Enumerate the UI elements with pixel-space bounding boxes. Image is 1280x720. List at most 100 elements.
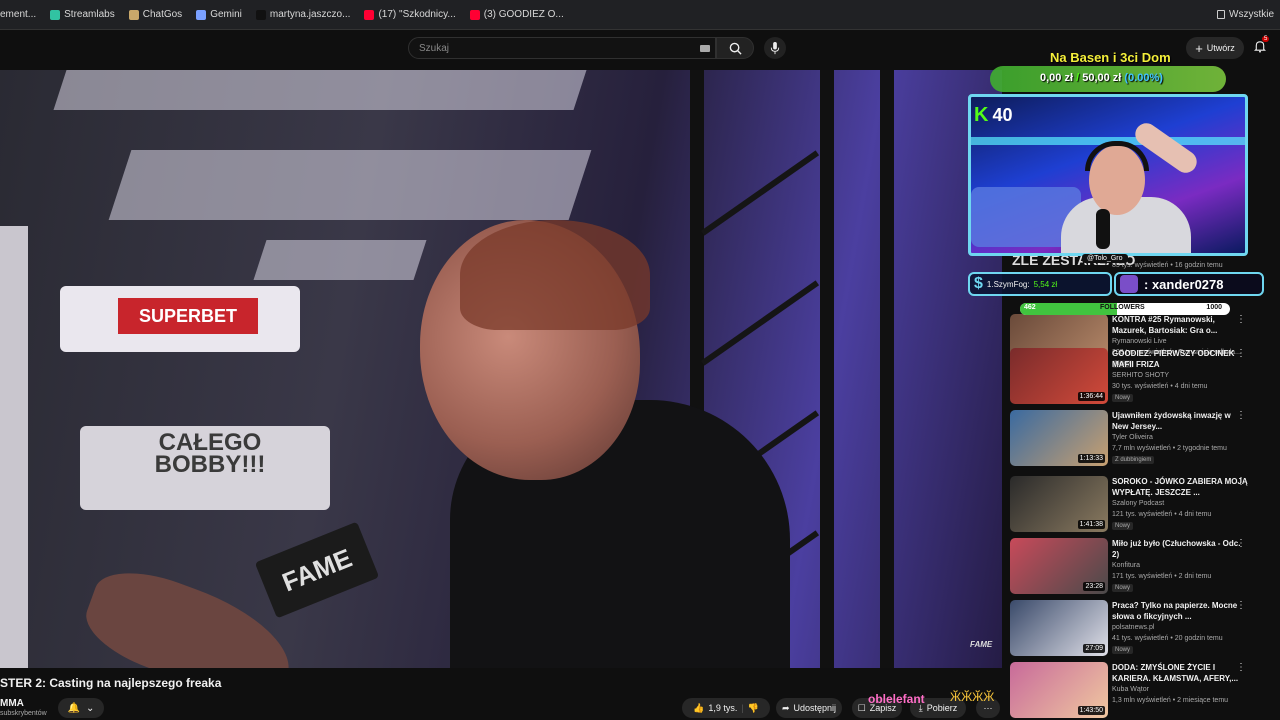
followers-label: FOLLOWERS	[1100, 304, 1145, 311]
like-count[interactable]: 1,9 tys.	[708, 703, 737, 713]
channel-name[interactable]: MMA	[0, 698, 24, 709]
search-icon	[729, 42, 742, 55]
bookmark-item[interactable]: Streamlabs	[50, 9, 115, 20]
video-thumbnail[interactable]: 1:13:33	[1010, 410, 1108, 466]
recommendation-channel[interactable]: Konfitura	[1112, 562, 1140, 569]
recommendation-meta: 30 tys. wyświetleń • 4 dni temu	[1112, 383, 1208, 390]
video-title: STER 2: Casting na najlepszego freaka	[0, 676, 222, 690]
recommendation-badge: Nowy	[1112, 522, 1134, 530]
notifications-button[interactable]: 5	[1254, 36, 1270, 58]
bookmark-item[interactable]: (3) GOODIEZ O...	[469, 9, 564, 20]
bookmark-label: ChatGos	[142, 9, 183, 20]
more-options-icon[interactable]: ⋮	[1236, 600, 1246, 611]
recommendation-item[interactable]: 23:28 Miło już było (Człuchowska - Odc. 2…	[1010, 538, 1272, 596]
donor-name: 1.SzymFog:	[986, 279, 1030, 289]
kick-logo-icon: K	[974, 104, 989, 126]
recommendation-item[interactable]: 1:43:50 DODA: ZMYŚLONE ŻYCIE I KARIERA. K…	[1010, 662, 1272, 720]
truss-beam	[880, 70, 894, 668]
more-options-icon[interactable]: ⋮	[1236, 662, 1246, 673]
donor-amount: 5,54 zł	[1033, 279, 1058, 289]
more-options-icon[interactable]: ⋮	[1236, 348, 1246, 359]
streamer-microphone	[1096, 209, 1110, 249]
superbet-sign: SUPERBET	[118, 298, 258, 334]
recommendation-item[interactable]: 1:36:44 GOODIEZ: PIERWSZY ODCINEK MAFII F…	[1010, 348, 1272, 406]
recommendation-channel[interactable]: Rymanowski Live	[1112, 338, 1166, 345]
recommendation-title[interactable]: DODA: ZMYŚLONE ŻYCIE I KARIERA. KŁAMSTWA…	[1112, 662, 1248, 684]
thumbs-down-icon[interactable]: 👎	[748, 703, 759, 714]
dollar-icon: $	[974, 275, 983, 292]
recommendation-item[interactable]: 1:13:33 Ujawniłem żydowską inwazję w New …	[1010, 410, 1272, 468]
more-options-icon[interactable]: ⋮	[1236, 314, 1246, 325]
top-donor-box: $ 1.SzymFog: 5,54 zł	[968, 272, 1112, 296]
chevron-down-icon: ⌄	[86, 702, 95, 714]
create-button[interactable]: + Utwórz	[1186, 37, 1244, 59]
share-label: Udostępnij	[793, 703, 837, 713]
folder-icon	[1217, 10, 1225, 19]
recommendation-title[interactable]: Praca? Tylko na papierze. Mocne słowa o …	[1112, 600, 1248, 622]
video-thumbnail[interactable]: 1:43:50	[1010, 662, 1108, 718]
headphones	[1085, 141, 1149, 171]
recommendation-channel[interactable]: Szalony Podcast	[1112, 500, 1164, 507]
video-thumbnail[interactable]: 1:41:38	[1010, 476, 1108, 532]
bookmark-item[interactable]: ChatGos	[128, 9, 183, 20]
followers-goal-bar: 462 FOLLOWERS 1000	[1020, 303, 1230, 315]
more-options-icon[interactable]: ⋮	[1236, 476, 1246, 487]
streamer-handle: @Tolo_Gro	[1082, 254, 1128, 263]
more-options-icon[interactable]: ⋮	[1236, 538, 1246, 549]
bookmark-item[interactable]: (17) "Szkodnicy...	[364, 9, 456, 20]
donation-goal-text: 0,00 zł / 50,00 zł (0.00%)	[1040, 72, 1163, 84]
bookmark-item[interactable]: martyna.jaszczo...	[255, 9, 350, 20]
bookmark-favicon-icon	[255, 9, 266, 20]
bookmark-favicon-icon	[469, 9, 480, 20]
recommendation-channel[interactable]: polsatnews.pl	[1112, 624, 1154, 631]
create-label: Utwórz	[1206, 43, 1235, 53]
bookmark-favicon-icon	[364, 9, 375, 20]
video-thumbnail[interactable]: 23:28	[1010, 538, 1108, 594]
channel-row: MMA subskrybentów 🔔 ⌄ 👍 1,9 tys. | 👎 ➦ U…	[0, 698, 1002, 720]
search-button[interactable]	[716, 37, 754, 59]
recommendation-channel[interactable]: Tyler Oliveira	[1112, 434, 1153, 441]
recommendation-badge: Nowy	[1112, 646, 1134, 654]
recommendation-badge: Nowy	[1112, 584, 1134, 592]
follower-avatar	[1120, 275, 1138, 293]
viewer-count-value: 40	[992, 105, 1013, 125]
bookmark-label: ement...	[0, 9, 37, 20]
bookmark-item[interactable]: Gemini	[196, 9, 242, 20]
recommendation-badge: Z dubbingiem	[1112, 456, 1155, 464]
thumbs-up-icon[interactable]: 👍	[693, 703, 704, 714]
all-bookmarks-button[interactable]: Wszystkie	[1217, 9, 1274, 20]
recommendation-meta: 41 tys. wyświetleń • 20 godzin temu	[1112, 635, 1223, 642]
bookmarks-bar: ement... Streamlabs ChatGos Gemini martyna.j…	[0, 0, 1280, 30]
recommendation-title[interactable]: KONTRA #25 Rymanowski, Mazurek, Bartosia…	[1112, 314, 1248, 336]
video-thumbnail[interactable]: 1:36:44	[1010, 348, 1108, 404]
recommendation-title[interactable]: Ujawniłem żydowską inwazję w New Jersey.…	[1112, 410, 1248, 432]
share-button[interactable]: ➦ Udostępnij	[776, 698, 842, 718]
keyboard-icon[interactable]	[700, 45, 710, 52]
recommendation-channel[interactable]: SERHITO SHOTY	[1112, 372, 1169, 379]
recommendation-channel[interactable]: Kuba Wątor	[1112, 686, 1149, 693]
voice-search-button[interactable]	[764, 37, 786, 59]
bookmark-label: (3) GOODIEZ O...	[483, 9, 564, 20]
background-stripe	[253, 240, 427, 280]
video-player[interactable]: SUPERBET CAŁEGO BOBBY!!! FAME FAME	[0, 70, 1002, 668]
download-label: Pobierz	[926, 703, 958, 713]
share-icon: ➦	[781, 702, 790, 713]
microphone-flag: FAME	[254, 521, 380, 619]
video-thumbnail[interactable]: 27:09	[1010, 600, 1108, 656]
background-stripe	[108, 150, 592, 220]
recommendation-title[interactable]: SOROKO - JÓWKO ZABIERA MOJĄ WYPŁATĘ. JES…	[1112, 476, 1248, 498]
subscription-bell-button[interactable]: 🔔 ⌄	[58, 698, 104, 718]
bookmark-item[interactable]: ement...	[0, 9, 36, 20]
recommendation-item[interactable]: 27:09 Praca? Tylko na papierze. Mocne sło…	[1010, 600, 1272, 658]
goal-title: Na Basen i 3ci Dom	[1050, 50, 1171, 65]
recommendation-title[interactable]: GOODIEZ: PIERWSZY ODCINEK MAFII FRIZA	[1112, 348, 1248, 370]
latest-follower-box: : xander0278	[1114, 272, 1264, 296]
recommendation-title[interactable]: Miło już było (Człuchowska - Odc. 2)	[1112, 538, 1248, 560]
recommendation-item[interactable]: 1:41:38 SOROKO - JÓWKO ZABIERA MOJĄ WYPŁA…	[1010, 476, 1272, 534]
recommendation-badge: Nowy	[1112, 394, 1134, 402]
truss-beam	[820, 70, 834, 668]
goal-percent: (0.00%)	[1124, 72, 1163, 84]
bookmark-label: Streamlabs	[64, 9, 115, 20]
search-input[interactable]: Szukaj	[408, 37, 716, 59]
more-options-icon[interactable]: ⋮	[1236, 410, 1246, 421]
